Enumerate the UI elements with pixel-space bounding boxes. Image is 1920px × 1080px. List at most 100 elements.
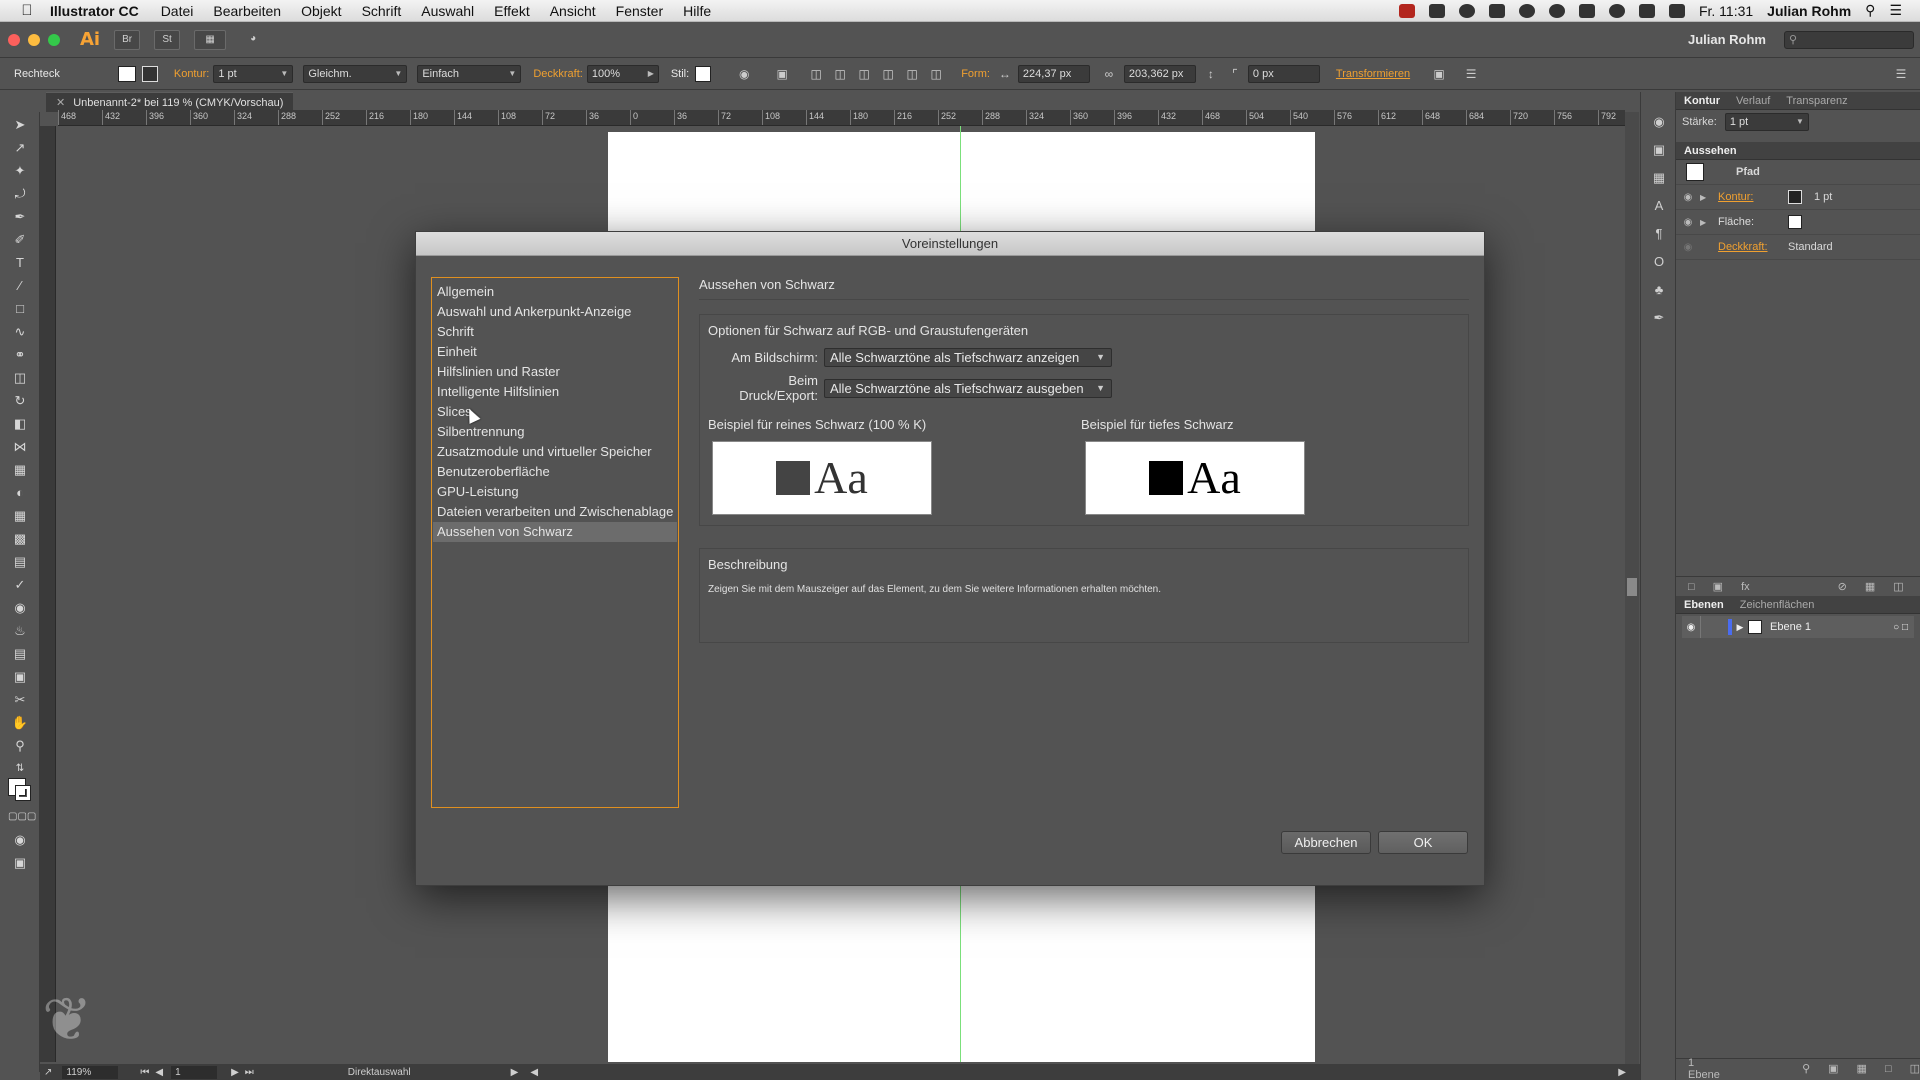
hscroll-left-icon[interactable]: ◀ — [530, 1067, 538, 1078]
nav-item-dateien[interactable]: Dateien verarbeiten und Zwischenablage — [433, 502, 677, 522]
tab-kontur[interactable]: Kontur — [1676, 95, 1728, 107]
menu-objekt[interactable]: Objekt — [301, 3, 341, 19]
record-icon[interactable] — [1398, 3, 1415, 18]
document-tab[interactable]: ✕ Unbenannt-2* bei 119 % (CMYK/Vorschau) — [46, 92, 294, 112]
expand-triangle-icon[interactable]: ▶ — [1732, 622, 1748, 633]
transform-link[interactable]: Transformieren — [1336, 68, 1410, 80]
vertical-ruler[interactable] — [40, 126, 56, 1062]
menu-bearbeiten[interactable]: Bearbeiten — [213, 3, 281, 19]
creative-cloud-icon[interactable] — [1518, 3, 1535, 18]
stock-button[interactable]: St — [154, 29, 181, 50]
type-tool-icon[interactable]: T — [8, 253, 32, 273]
visibility-eye-icon[interactable]: ◉ — [1682, 622, 1700, 633]
opacity-field[interactable]: 100% ▶ — [586, 64, 659, 83]
zoom-tool-icon[interactable]: ⚲ — [8, 736, 32, 756]
dropbox-icon[interactable] — [1488, 3, 1505, 18]
spotlight-icon[interactable]: ⚲ — [1865, 2, 1875, 19]
corner-radius-field[interactable]: 0 px — [1247, 64, 1320, 83]
blend-tool-icon[interactable]: ◉ — [8, 598, 32, 618]
nav-item-auswahl[interactable]: Auswahl und Ankerpunkt-Anzeige — [433, 302, 677, 322]
kontur-swatch[interactable] — [1788, 190, 1802, 204]
fx-icon[interactable]: fx — [1741, 581, 1750, 593]
magic-wand-icon[interactable]: ✦ — [8, 161, 32, 181]
staerke-field[interactable]: 1 pt ▼ — [1724, 113, 1809, 131]
lasso-icon[interactable]: ⤾ — [8, 184, 32, 204]
user-menu[interactable]: Julian Rohm — [1767, 3, 1851, 19]
appearance-deckkraft-label[interactable]: Deckkraft: — [1712, 241, 1788, 253]
notification-center-icon[interactable]: ☰ — [1889, 2, 1902, 19]
nav-item-allgemein[interactable]: Allgemein — [433, 282, 677, 302]
print-export-select[interactable]: Alle Schwarztöne als Tiefschwarz ausgebe… — [824, 378, 1112, 398]
arrange-documents-icon[interactable]: ▦ — [194, 29, 227, 50]
next-artboard-icon[interactable]: ▶ — [231, 1067, 239, 1078]
opentype-icon[interactable]: O — [1649, 252, 1669, 272]
symbols-icon[interactable]: ♣ — [1649, 280, 1669, 300]
appearance-title[interactable]: Aussehen — [1676, 145, 1745, 157]
align-center-icon[interactable]: ◫ — [831, 66, 849, 82]
libraries-icon[interactable]: ▣ — [1649, 140, 1669, 160]
character-icon[interactable]: A — [1649, 196, 1669, 216]
align-right-icon[interactable]: ◫ — [855, 66, 873, 82]
swatches-icon[interactable]: ▦ — [1649, 168, 1669, 188]
visibility-eye-icon[interactable]: ◉ — [1676, 192, 1700, 203]
time-machine-icon[interactable] — [1608, 3, 1625, 18]
search-input[interactable]: ⚲ — [1784, 30, 1914, 49]
close-document-icon[interactable]: ✕ — [56, 97, 65, 109]
fill-swatch[interactable] — [117, 65, 136, 82]
draw-mode-icon[interactable]: ◉ — [8, 830, 32, 850]
last-artboard-icon[interactable]: ⏭ — [245, 1067, 254, 1078]
expand-triangle-icon[interactable]: ▶ — [1700, 193, 1712, 202]
duplicate-item-icon[interactable]: ▦ — [1865, 580, 1875, 593]
options-icon[interactable]: ☰ — [1462, 66, 1480, 82]
screen-display-select[interactable]: Alle Schwarztöne als Tiefschwarz anzeige… — [824, 348, 1112, 367]
bridge-button[interactable]: Br — [114, 29, 141, 50]
stroke-color-icon[interactable] — [15, 785, 31, 801]
corner-type-icon[interactable]: ⌜ — [1226, 66, 1244, 82]
tab-ebenen[interactable]: Ebenen — [1676, 599, 1732, 611]
eyedropper-icon[interactable]: ✓ — [8, 575, 32, 595]
close-window-button[interactable] — [8, 33, 20, 46]
layer-row[interactable]: ◉ ▶ Ebene 1 ○ □ — [1682, 616, 1914, 638]
pen-tool-icon[interactable]: ✒ — [8, 207, 32, 227]
tab-transparenz[interactable]: Transparenz — [1778, 95, 1855, 107]
appearance-row-kontur[interactable]: ◉ ▶ Kontur: 1 pt — [1676, 185, 1920, 210]
appearance-row-deckkraft[interactable]: ◉ Deckkraft: Standard — [1676, 235, 1920, 260]
curvature-tool-icon[interactable]: ✐ — [8, 230, 32, 250]
perspective-grid-icon[interactable]: ▦ — [8, 506, 32, 526]
nav-item-einheit[interactable]: Einheit — [433, 342, 677, 362]
rectangle-tool-icon[interactable]: □ — [8, 299, 32, 319]
width-tool-icon[interactable]: ⋈ — [8, 437, 32, 457]
line-tool-icon[interactable]: ∕ — [8, 276, 32, 296]
layer-name[interactable]: Ebene 1 — [1770, 621, 1811, 633]
new-layer-icon[interactable]: □ — [1885, 1063, 1892, 1075]
tab-verlauf[interactable]: Verlauf — [1728, 95, 1778, 107]
trash-icon[interactable]: ◫ — [1893, 580, 1903, 593]
graph-tool-icon[interactable]: ▤ — [8, 644, 32, 664]
locate-object-icon[interactable]: ⚲ — [1802, 1062, 1810, 1075]
screen-mode-icon[interactable]: ▣ — [8, 853, 32, 873]
kontur-label[interactable]: Kontur: — [174, 68, 209, 80]
zoom-window-button[interactable] — [48, 33, 60, 46]
paragraph-icon[interactable]: ¶ — [1649, 224, 1669, 244]
check-icon[interactable] — [1578, 3, 1595, 18]
volume-icon[interactable] — [1668, 3, 1685, 18]
nav-item-gpu-leistung[interactable]: GPU-Leistung — [433, 482, 677, 502]
rotate-tool-icon[interactable]: ↻ — [8, 391, 32, 411]
brushes-icon[interactable]: ✒ — [1649, 308, 1669, 328]
visibility-eye-icon[interactable]: ◉ — [1676, 242, 1700, 253]
appearance-kontur-label[interactable]: Kontur: — [1712, 191, 1788, 203]
menu-schrift[interactable]: Schrift — [362, 3, 402, 19]
artboard-number-field[interactable]: 1 — [171, 1065, 218, 1079]
align-top-icon[interactable]: ◫ — [879, 66, 897, 82]
direct-selection-tool-icon[interactable]: ↗ — [8, 138, 32, 158]
kontur-weight-field[interactable]: 1 pt ▼ — [213, 64, 294, 83]
menu-fenster[interactable]: Fenster — [616, 3, 663, 19]
cancel-button[interactable]: Abbrechen — [1281, 831, 1371, 854]
paintbrush-icon[interactable]: ∿ — [8, 322, 32, 342]
link-icon[interactable]: ∞ — [1100, 66, 1118, 82]
prev-artboard-icon[interactable]: ◀ — [155, 1067, 163, 1078]
clipping-mask-icon[interactable]: ▣ — [1828, 1062, 1838, 1075]
nav-item-intelligente-hilfslinien[interactable]: Intelligente Hilfslinien — [433, 382, 677, 402]
slice-tool-icon[interactable]: ✂ — [8, 690, 32, 710]
brush-dropdown[interactable]: Einfach ▼ — [417, 64, 522, 83]
